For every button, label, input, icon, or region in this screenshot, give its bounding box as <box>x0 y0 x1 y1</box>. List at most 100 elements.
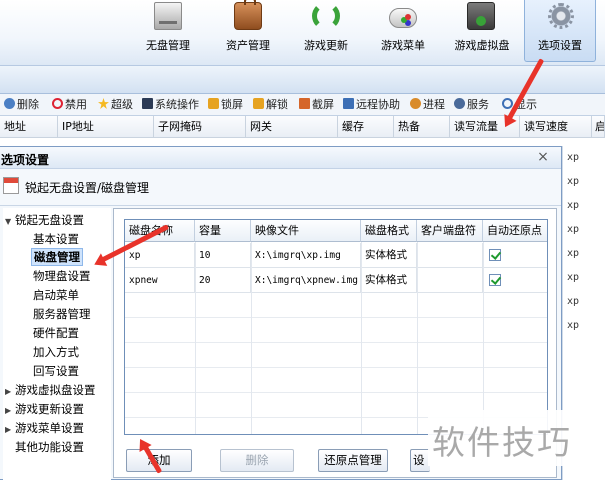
side-cell: xp <box>567 224 580 235</box>
action-screenshot[interactable]: 截屏 <box>299 97 334 113</box>
disk-name-cell: xpnew <box>125 268 195 293</box>
side-cell: xp <box>567 200 580 211</box>
grid-col-standby[interactable]: 热备 <box>394 116 450 138</box>
disk-drive-cell <box>417 268 483 293</box>
side-cell: xp <box>567 320 580 331</box>
toolbar-game-update-button[interactable]: 游戏更新 <box>288 0 364 62</box>
tree-node-game-vdisk-settings[interactable]: ▶ 游戏虚拟盘设置 <box>5 381 96 399</box>
disk-name-cell: xp <box>125 243 195 268</box>
action-process[interactable]: 进程 <box>410 97 445 113</box>
grid-col-cache[interactable]: 缓存 <box>338 116 394 138</box>
grid-col-address[interactable]: 地址 <box>0 116 58 138</box>
process-icon <box>410 98 421 109</box>
disk-drive-cell <box>417 243 483 268</box>
tree-node-server-management[interactable]: 服务器管理 <box>33 305 91 323</box>
dialog-titlebar[interactable]: 选项设置 × <box>0 147 561 169</box>
grid-col-subnet[interactable]: 子网掩码 <box>154 116 246 138</box>
tree-node-disk-management[interactable]: 磁盘管理 <box>31 248 83 266</box>
side-cell: xp <box>567 176 580 187</box>
toolbar-options-label: 选项设置 <box>538 39 582 52</box>
unlock-icon <box>253 98 264 109</box>
action-super[interactable]: 超级 <box>98 97 133 113</box>
grid-col-gateway[interactable]: 网关 <box>246 116 338 138</box>
tree-node-physical-disk[interactable]: 物理盘设置 <box>33 267 91 285</box>
column-divider <box>361 242 362 434</box>
screenshot-icon <box>299 98 310 109</box>
side-cell: xp <box>567 152 580 163</box>
disk-col-image[interactable]: 映像文件 <box>251 220 361 242</box>
settings-tree: ▼ 锐起无盘设置 基本设置 磁盘管理 物理盘设置 启动菜单 服务器管理 硬件配置 … <box>3 208 111 480</box>
delete-icon <box>4 98 15 109</box>
disk-capacity-cell: 10 <box>195 243 251 268</box>
tree-node-game-menu-settings[interactable]: ▶ 游戏菜单设置 <box>5 419 84 437</box>
disk-image-cell: X:\imgrq\xpnew.img <box>251 268 361 293</box>
tree-node-game-update-settings[interactable]: ▶ 游戏更新设置 <box>5 400 84 418</box>
dialog-divider <box>0 205 561 206</box>
action-service[interactable]: 服务 <box>454 97 489 113</box>
action-remote-assist[interactable]: 远程协助 <box>343 97 400 113</box>
toolbar-game-menu-button[interactable]: 游戏菜单 <box>365 0 441 62</box>
action-lock-screen[interactable]: 锁屏 <box>208 97 243 113</box>
tree-node-join-method[interactable]: 加入方式 <box>33 343 79 361</box>
toolbar-diskless-label: 无盘管理 <box>146 39 190 52</box>
disk-icon <box>154 2 182 30</box>
dialog-title: 选项设置 <box>1 153 50 167</box>
caret-right-icon: ▶ <box>5 387 12 396</box>
grid-col-ip[interactable]: IP地址 <box>58 116 154 138</box>
tree-node-other-settings[interactable]: 其他功能设置 <box>15 438 84 456</box>
empty-row <box>125 293 547 318</box>
delete-disk-button[interactable]: 删除 <box>220 449 294 472</box>
tree-node-diskless-settings[interactable]: ▼ 锐起无盘设置 <box>5 211 84 229</box>
empty-row <box>125 368 547 393</box>
grid-col-start[interactable]: 启 <box>592 116 605 138</box>
restore-point-button[interactable]: 还原点管理 <box>318 449 388 472</box>
toolbar-assets-button[interactable]: 资产管理 <box>210 0 286 62</box>
action-unlock[interactable]: 解锁 <box>253 97 288 113</box>
auto-restore-checkbox[interactable] <box>489 249 501 261</box>
action-delete[interactable]: 删除 <box>4 97 39 113</box>
watermark: 软件技巧 <box>428 410 605 466</box>
terminal-icon <box>142 98 153 109</box>
disk-capacity-cell: 20 <box>195 268 251 293</box>
disk-format-cell: 实体格式 <box>361 268 417 293</box>
settings-button[interactable]: 设 <box>410 449 430 472</box>
remote-icon <box>343 98 354 109</box>
grid-col-rw-speed[interactable]: 读写速度 <box>520 116 592 138</box>
close-icon[interactable]: × <box>535 149 551 165</box>
gamepad-icon <box>389 8 417 28</box>
disk-table: 磁盘名称 容量 映像文件 磁盘格式 客户端盘符 自动还原点 xp 10 X:\i… <box>124 219 548 435</box>
disk-col-client-drive[interactable]: 客户端盘符 <box>417 220 483 242</box>
disk-auto-restore-cell <box>483 243 547 268</box>
disk-auto-restore-cell <box>483 268 547 293</box>
table-row[interactable]: xpnew 20 X:\imgrq\xpnew.img 实体格式 <box>125 268 547 293</box>
disk-format-cell: 实体格式 <box>361 243 417 268</box>
briefcase-icon <box>234 0 262 30</box>
tree-node-writeback[interactable]: 回写设置 <box>33 362 79 380</box>
ban-icon <box>52 98 63 109</box>
empty-row <box>125 318 547 343</box>
disk-col-format[interactable]: 磁盘格式 <box>361 220 417 242</box>
side-cell: xp <box>567 272 580 283</box>
disk-col-capacity[interactable]: 容量 <box>195 220 251 242</box>
tree-node-boot-menu[interactable]: 启动菜单 <box>33 286 79 304</box>
empty-row <box>125 343 547 368</box>
action-disable[interactable]: 禁用 <box>52 97 87 113</box>
action-system-ops[interactable]: 系统操作 <box>142 97 199 113</box>
top-toolbar: 无盘管理 资产管理 游戏更新 游戏菜单 游戏虚拟盘 选项设置 <box>0 0 605 66</box>
tree-node-basic-settings[interactable]: 基本设置 <box>33 230 79 248</box>
toolbar-game-vdisk-button[interactable]: 游戏虚拟盘 <box>443 0 521 62</box>
star-icon <box>98 98 109 109</box>
caret-right-icon: ▶ <box>5 406 12 415</box>
calendar-icon <box>3 177 19 194</box>
toolbar-assets-label: 资产管理 <box>226 39 270 52</box>
disk-col-auto-restore[interactable]: 自动还原点 <box>483 220 547 242</box>
column-divider <box>195 242 196 434</box>
lock-icon <box>208 98 219 109</box>
disk-image-cell: X:\imgrq\xp.img <box>251 243 361 268</box>
toolbar-band <box>0 66 605 94</box>
toolbar-options-button[interactable]: 选项设置 <box>524 0 596 62</box>
table-row[interactable]: xp 10 X:\imgrq\xp.img 实体格式 <box>125 243 547 268</box>
toolbar-diskless-button[interactable]: 无盘管理 <box>130 0 206 62</box>
tree-node-hardware-config[interactable]: 硬件配置 <box>33 324 79 342</box>
auto-restore-checkbox[interactable] <box>489 274 501 286</box>
